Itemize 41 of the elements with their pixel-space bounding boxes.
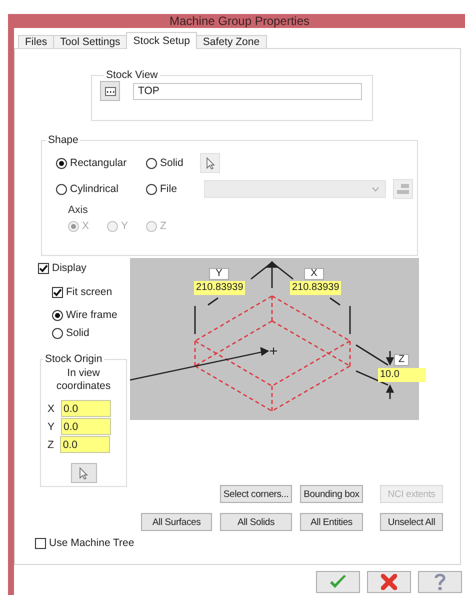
- option-label: Solid: [66, 327, 90, 339]
- group-title: Stock View: [105, 69, 159, 81]
- tab[interactable]: Stock Setup: [126, 32, 197, 49]
- dimension-label: X: [304, 268, 324, 280]
- dimension-label: Y: [209, 268, 229, 280]
- dimension-field[interactable]: 210.83939: [194, 281, 246, 295]
- tab[interactable]: Tool Settings: [53, 35, 128, 48]
- option-label: Cylindrical: [70, 183, 118, 195]
- coordinate-field[interactable]: 0.0: [60, 400, 111, 417]
- action-button[interactable]: Unselect All: [380, 513, 443, 531]
- option-label: Rectangular: [70, 157, 127, 169]
- coordinate-field[interactable]: 0.0: [60, 436, 110, 453]
- group-title: Stock Origin: [44, 353, 104, 365]
- action-button[interactable]: All Solids: [220, 513, 292, 531]
- option-label: Z: [160, 220, 166, 232]
- window-title: Machine Group Properties: [169, 14, 310, 28]
- action-button[interactable]: All Surfaces: [141, 513, 212, 531]
- coordinate-field[interactable]: 0.0: [60, 418, 111, 435]
- dimension-label: Z: [394, 354, 409, 366]
- group-title: Shape: [47, 134, 80, 146]
- dimension-field[interactable]: 10.0: [378, 368, 426, 382]
- group-caption: In view coordinates: [55, 367, 112, 393]
- action-button[interactable]: Select corners...: [220, 485, 292, 503]
- axis-label: Y: [48, 420, 55, 432]
- option-label: Solid: [160, 157, 184, 169]
- axis-label: Z: [48, 438, 54, 450]
- option-label: File: [160, 183, 177, 195]
- checkbox-label: Display: [52, 262, 86, 274]
- view-name-field[interactable]: TOP: [133, 82, 362, 100]
- axis-label: Axis: [68, 204, 89, 216]
- axis-label: X: [48, 402, 55, 414]
- checkbox-label: Fit screen: [66, 286, 112, 298]
- action-button[interactable]: All Entities: [300, 513, 363, 531]
- option-label: Y: [121, 220, 128, 232]
- option-label: X: [82, 220, 90, 232]
- option-label: Wire frame: [66, 309, 118, 321]
- checkbox-label: Use Machine Tree: [49, 537, 134, 549]
- dimension-field[interactable]: 210.83939: [290, 281, 342, 295]
- tab[interactable]: Files: [18, 35, 54, 48]
- action-button[interactable]: Bounding box: [300, 485, 363, 503]
- tab[interactable]: Safety Zone: [196, 35, 267, 48]
